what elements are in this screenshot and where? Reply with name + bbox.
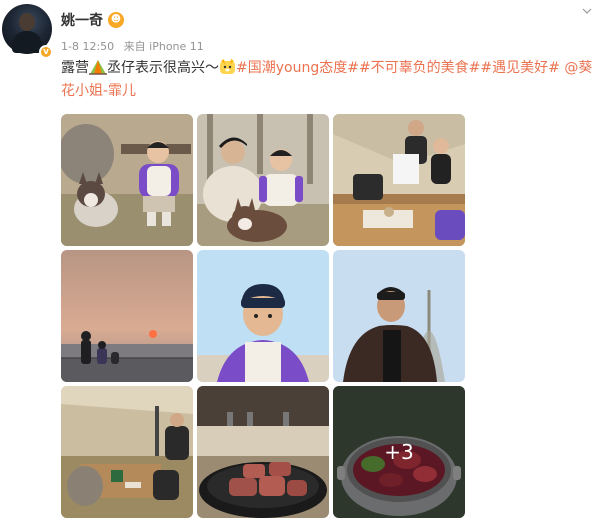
post-text-part2: 丞仔表示很高兴～ — [107, 60, 219, 76]
member-smile-icon: ☻ — [108, 12, 124, 28]
photo-man-portrait[interactable] — [333, 250, 465, 382]
tent-emoji-icon — [89, 60, 107, 75]
photo-child-portrait[interactable] — [197, 250, 329, 382]
photo-family-with-husky[interactable] — [197, 114, 329, 246]
photo-steak-grill[interactable] — [197, 386, 329, 518]
dog-emoji-icon — [220, 59, 235, 74]
post-text-part1: 露营 — [61, 60, 89, 76]
post-text: 露营 丞仔表示很高兴～ #国潮young态度##不可辜负的美食##遇见美好# @… — [61, 57, 596, 103]
more-photos-overlay[interactable]: +3 — [333, 386, 465, 518]
user-avatar[interactable]: v — [2, 4, 53, 59]
hashtags-link[interactable]: #国潮young态度##不可辜负的美食##遇见美好# — [236, 60, 560, 76]
image-gallery: +3 — [61, 114, 465, 518]
post-meta: 1-8 12:50 来自 iPhone 11 — [61, 38, 204, 54]
photo-child-with-husky[interactable] — [61, 114, 193, 246]
verified-badge-icon: v — [39, 45, 53, 59]
post-source: 来自 iPhone 11 — [123, 40, 204, 53]
photo-hotpot[interactable]: +3 — [333, 386, 465, 518]
username[interactable]: 姚一奇 — [61, 10, 103, 30]
post-time[interactable]: 1-8 12:50 — [61, 40, 114, 53]
photo-camp-table[interactable] — [61, 386, 193, 518]
chevron-down-icon[interactable] — [582, 6, 592, 16]
photo-tent-cooking[interactable] — [333, 114, 465, 246]
photo-sunset-lake[interactable] — [61, 250, 193, 382]
